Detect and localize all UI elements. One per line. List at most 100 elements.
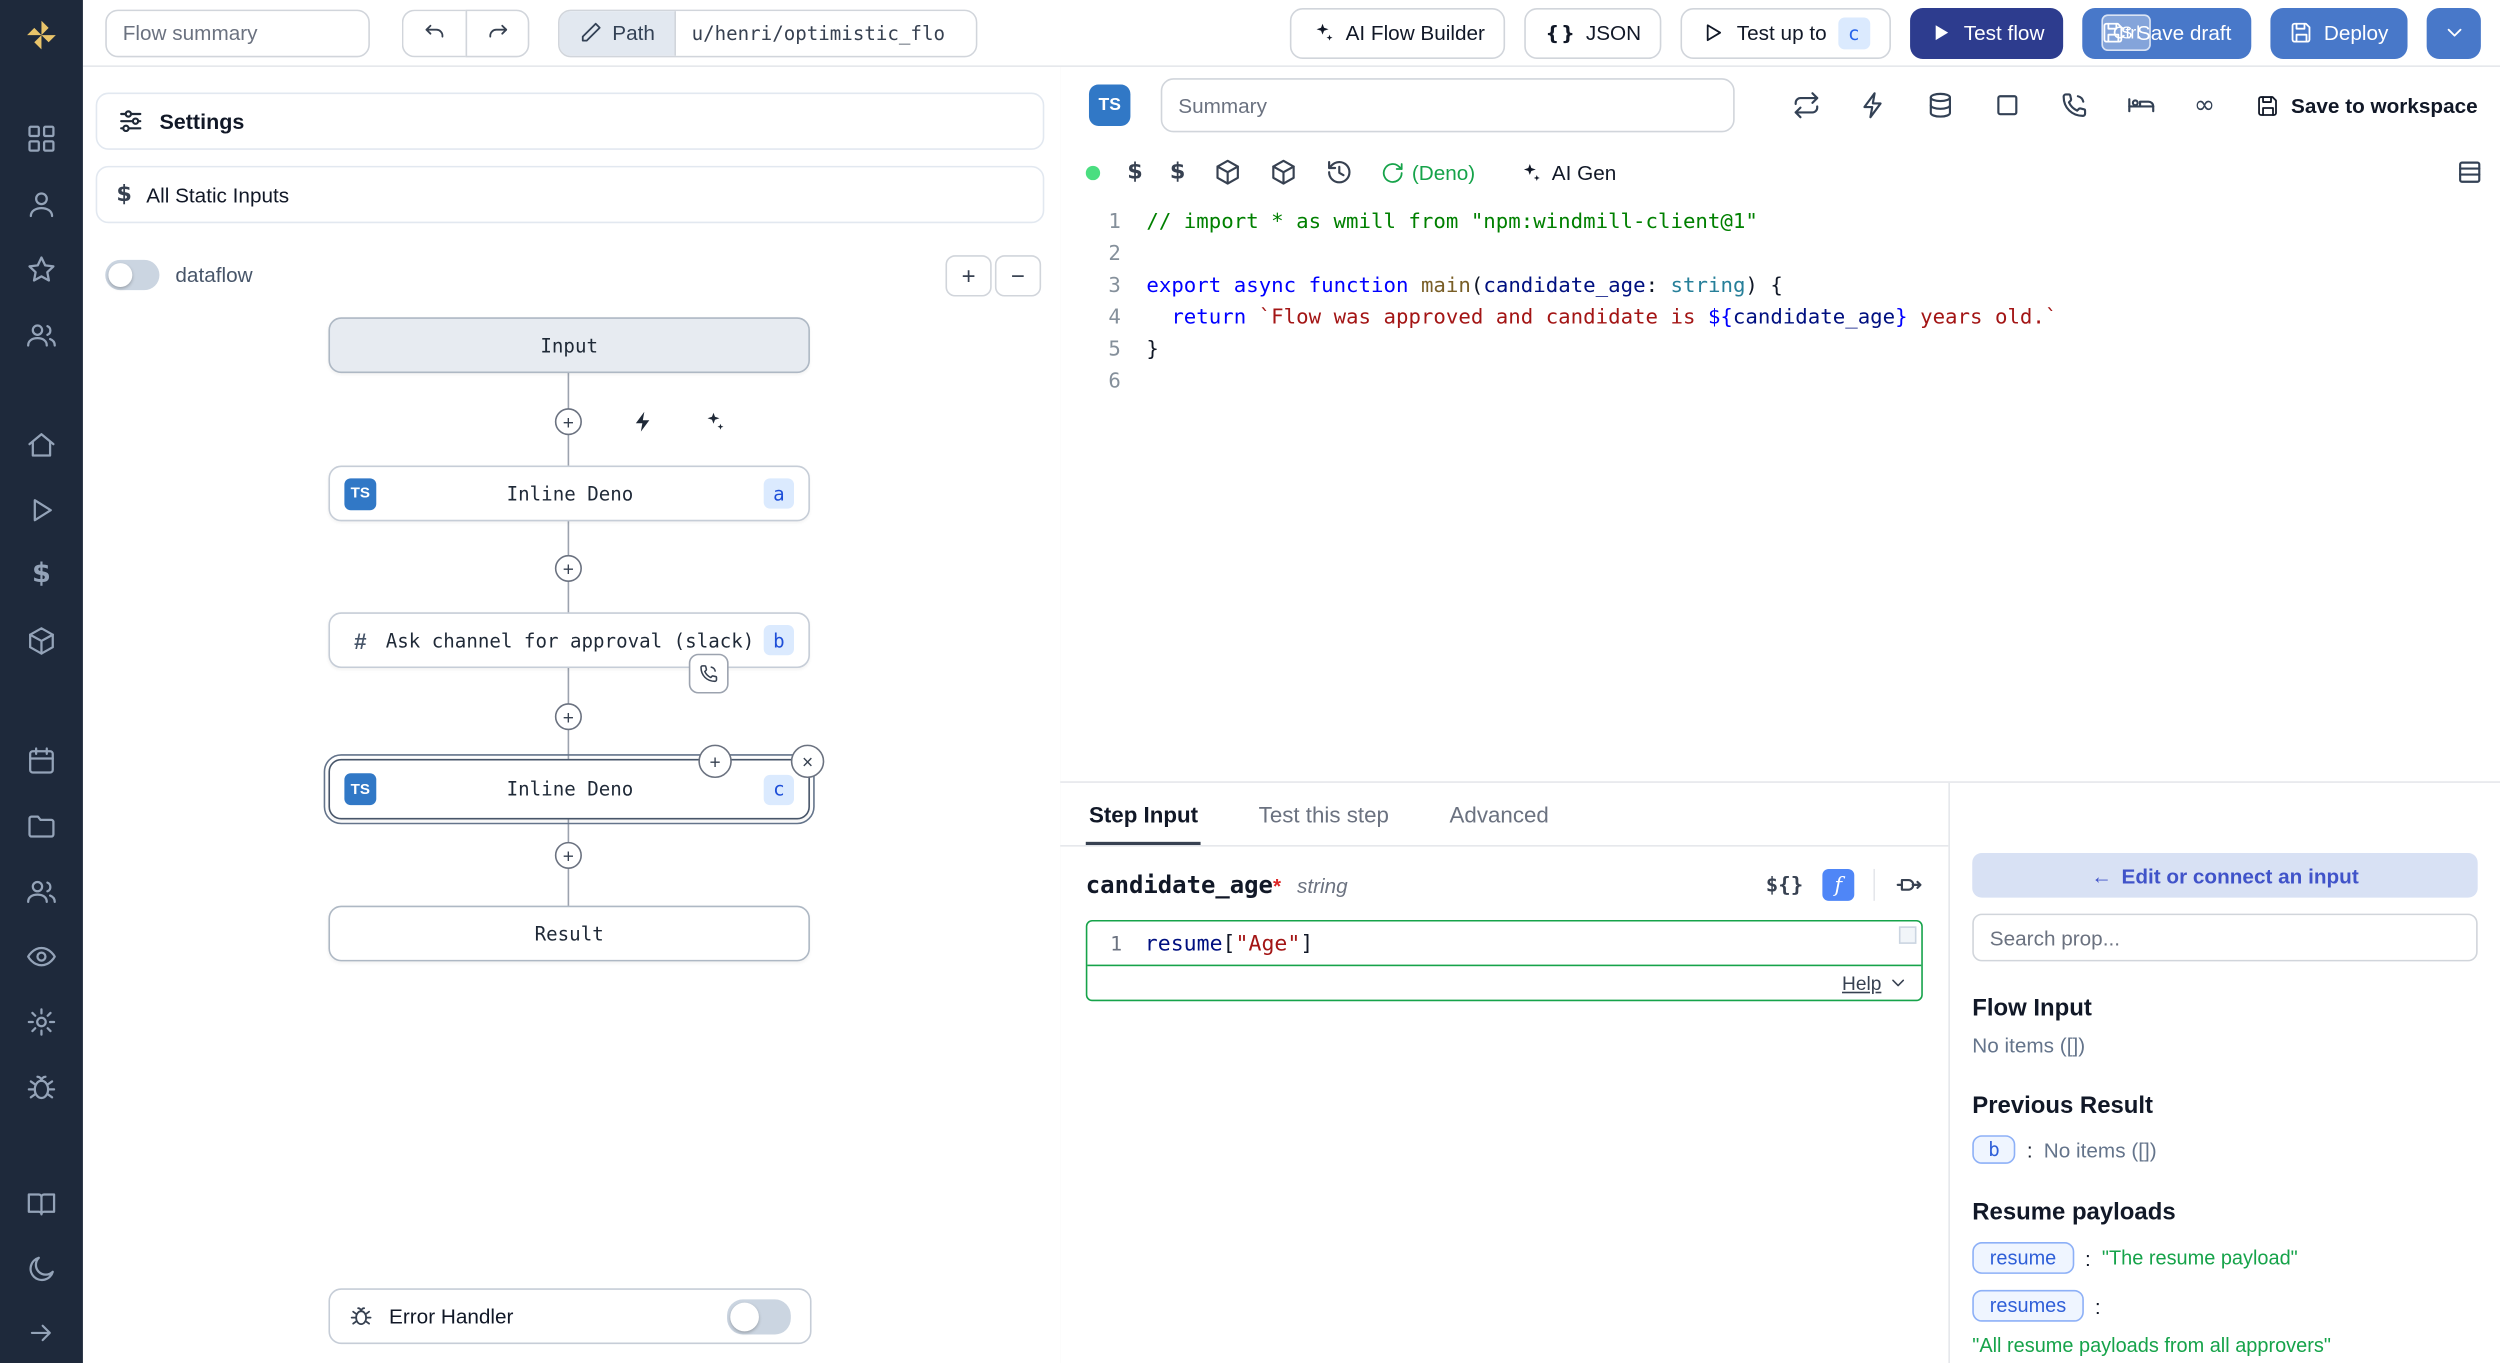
phone-call-icon[interactable] <box>2060 91 2089 120</box>
sidebar-resources-button[interactable] <box>0 607 83 672</box>
add-step-button[interactable]: + <box>555 555 582 582</box>
move-step-button[interactable]: + <box>698 745 731 778</box>
function-mode-button[interactable]: f <box>1822 869 1854 901</box>
json-button[interactable]: { } JSON <box>1525 7 1662 58</box>
edit-or-connect-button[interactable]: ← Edit or connect an input <box>1972 853 2477 898</box>
template-expr-button[interactable]: ${} <box>1766 873 1803 897</box>
flow-node-a[interactable]: TS Inline Deno a <box>328 466 810 522</box>
reload-icon <box>1380 160 1404 184</box>
sidebar-collapse-button[interactable] <box>0 1319 83 1348</box>
trigger-bolt-icon[interactable] <box>631 410 655 434</box>
stop-square-icon[interactable] <box>1993 91 2022 120</box>
ai-gen-button[interactable]: AI Gen <box>1518 160 1616 184</box>
dollar-icon[interactable]: $ <box>1127 161 1143 183</box>
test-flow-label: Test flow <box>1964 21 2045 45</box>
ai-flow-builder-button[interactable]: AI Flow Builder <box>1290 7 1506 58</box>
flow-graph-panel: Settings $ All Static Inputs dataflow + … <box>83 67 1062 1363</box>
code-line: 1// import * as wmill from "npm:windmill… <box>1060 207 2500 239</box>
sidebar-runs-button[interactable] <box>0 477 83 542</box>
folder-icon <box>26 809 58 841</box>
sidebar-docs-button[interactable] <box>0 1170 83 1235</box>
prop-badge-resumes[interactable]: resumes <box>1972 1290 2084 1322</box>
code-editor[interactable]: 1// import * as wmill from "npm:windmill… <box>1060 207 2500 781</box>
sidebar-workers-button[interactable] <box>0 858 83 923</box>
all-static-inputs-button[interactable]: $ All Static Inputs <box>96 166 1045 223</box>
sidebar-groups-button[interactable] <box>0 301 83 366</box>
dollar2-icon[interactable]: $ <box>1170 161 1186 183</box>
gear-icon <box>26 1005 58 1037</box>
sidebar-variables-button[interactable]: $ <box>0 542 83 607</box>
deploy-menu-button[interactable] <box>2427 7 2481 58</box>
resume-payloads-title: Resume payloads <box>1972 1199 2477 1226</box>
tab-test-this-step[interactable]: Test this step <box>1255 788 1392 845</box>
app-window: $ Path AI Flow Builder { } JSON <box>0 0 2500 1363</box>
sidebar-audit-logs-button[interactable] <box>0 923 83 988</box>
status-dot <box>1086 165 1100 179</box>
sidebar-home-button[interactable] <box>0 411 83 476</box>
flow-node-result[interactable]: Result <box>328 906 810 962</box>
cache-infinity-icon[interactable]: ∞ <box>2194 92 2215 118</box>
flow-node-c-selected[interactable]: TS Inline Deno c + × <box>328 759 810 820</box>
flow-node-b[interactable]: # Ask channel for approval (slack) b <box>328 612 810 668</box>
input-expression-editor[interactable]: 1 resume["Age"] Help <box>1086 920 1923 1001</box>
test-up-to-button[interactable]: Test up to c <box>1681 7 1890 58</box>
suspend-approval-icon[interactable] <box>689 654 729 694</box>
package-icon[interactable] <box>1213 158 1242 187</box>
previous-result-empty: No items ([]) <box>2044 1138 2157 1162</box>
braces-icon: { } <box>1546 23 1575 42</box>
step-summary-input[interactable] <box>1161 78 1735 132</box>
flow-settings-button[interactable]: Settings <box>96 92 1045 149</box>
path-input[interactable] <box>676 10 976 55</box>
expr-code: resume["Age"] <box>1145 930 1314 956</box>
zoom-out-button[interactable]: − <box>995 255 1041 296</box>
database-icon[interactable] <box>1926 91 1955 120</box>
search-prop-input[interactable] <box>1972 914 2477 962</box>
sidebar-favorites-button[interactable] <box>0 236 83 301</box>
code-line: 2 <box>1060 239 2500 271</box>
redo-button[interactable] <box>466 9 530 57</box>
sidebar-folders-button[interactable] <box>0 792 83 857</box>
flow-node-input[interactable]: Input <box>328 317 810 373</box>
tab-advanced[interactable]: Advanced <box>1446 788 1552 845</box>
home-icon <box>26 428 58 460</box>
sidebar-apps-button[interactable] <box>0 105 83 170</box>
dataflow-toggle[interactable] <box>105 260 159 290</box>
flow-summary-input[interactable] <box>105 9 370 57</box>
plug-connect-icon[interactable] <box>1894 871 1923 900</box>
sleep-bed-icon[interactable] <box>2127 91 2156 120</box>
script-library-icon[interactable] <box>2455 158 2484 187</box>
phone-call-icon <box>698 663 719 684</box>
chevron-down-icon[interactable] <box>1888 973 1909 994</box>
prop-badge-resume[interactable]: resume <box>1972 1242 2074 1274</box>
undo-button[interactable] <box>402 9 466 57</box>
add-step-button[interactable]: + <box>555 703 582 730</box>
dollar-icon: $ <box>116 183 132 205</box>
history-icon[interactable] <box>1324 158 1353 187</box>
add-step-button[interactable]: + <box>555 408 582 435</box>
sidebar-user-button[interactable] <box>0 171 83 236</box>
dollar-icon: $ <box>32 561 51 588</box>
sidebar-debug-button[interactable] <box>0 1054 83 1119</box>
error-handler-toggle[interactable] <box>727 1299 791 1334</box>
tab-step-input[interactable]: Step Input <box>1086 788 1201 845</box>
trigger-bolt-icon[interactable] <box>1859 91 1888 120</box>
add-step-button[interactable]: + <box>555 842 582 869</box>
delete-step-button[interactable]: × <box>791 745 824 778</box>
ai-wand-icon[interactable] <box>702 410 726 434</box>
prop-badge-b[interactable]: b <box>1972 1135 2015 1164</box>
reload-language-button[interactable]: (Deno) <box>1380 160 1475 184</box>
package2-icon[interactable] <box>1268 158 1297 187</box>
deploy-button[interactable]: Deploy <box>2270 7 2408 58</box>
sidebar-settings-button[interactable] <box>0 989 83 1054</box>
save-to-workspace-button[interactable]: Save to workspace <box>2256 93 2478 117</box>
help-link[interactable]: Help <box>1842 972 1881 994</box>
zoom-in-button[interactable]: + <box>945 255 991 296</box>
for-loop-icon[interactable] <box>1792 91 1821 120</box>
save-draft-button[interactable]: Save draft Ctrl S <box>2083 7 2251 58</box>
sidebar-dark-mode-button[interactable] <box>0 1236 83 1301</box>
path-button[interactable]: Path <box>560 10 676 55</box>
package-icon <box>26 624 58 656</box>
test-flow-button[interactable]: Test flow <box>1910 7 2064 58</box>
sidebar-schedules-button[interactable] <box>0 727 83 792</box>
windmill-logo-icon[interactable] <box>0 0 83 70</box>
